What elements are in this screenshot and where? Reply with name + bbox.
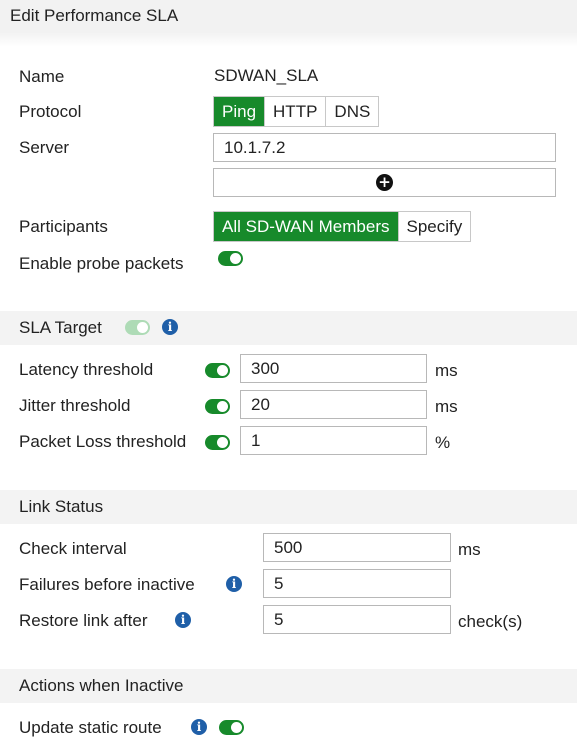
update-static-route-label: Update static route xyxy=(19,718,162,737)
jitter-unit: ms xyxy=(435,397,458,416)
protocol-label: Protocol xyxy=(19,102,82,121)
sla-target-toggle[interactable] xyxy=(125,320,150,335)
info-icon[interactable]: i xyxy=(175,612,191,628)
add-server-button[interactable]: + xyxy=(213,168,556,197)
latency-input[interactable]: 300 xyxy=(240,354,427,383)
participants-selector: All SD-WAN Members Specify xyxy=(213,211,472,242)
jitter-input[interactable]: 20 xyxy=(240,390,427,419)
check-interval-input[interactable]: 500 xyxy=(263,533,451,562)
latency-label: Latency threshold xyxy=(19,360,154,379)
check-interval-label: Check interval xyxy=(19,539,127,558)
dialog-title: Edit Performance SLA xyxy=(10,6,179,25)
info-icon[interactable]: i xyxy=(226,576,242,592)
restore-input[interactable]: 5 xyxy=(263,605,451,634)
packet-loss-label: Packet Loss threshold xyxy=(19,432,187,451)
restore-label: Restore link after xyxy=(19,611,148,630)
protocol-selector: Ping HTTP DNS xyxy=(213,96,380,127)
probe-toggle[interactable] xyxy=(218,251,243,266)
jitter-label: Jitter threshold xyxy=(19,396,131,415)
server-input[interactable]: 10.1.7.2 xyxy=(213,133,556,162)
protocol-option-ping[interactable]: Ping xyxy=(214,97,265,126)
packet-loss-input[interactable]: 1 xyxy=(240,426,427,455)
latency-unit: ms xyxy=(435,361,458,380)
actions-title: Actions when Inactive xyxy=(19,676,184,695)
probe-label: Enable probe packets xyxy=(19,254,184,273)
jitter-toggle[interactable] xyxy=(205,399,230,414)
participants-option-all[interactable]: All SD-WAN Members xyxy=(214,212,398,241)
title-divider xyxy=(0,33,577,47)
failures-label: Failures before inactive xyxy=(19,575,195,594)
info-icon[interactable]: i xyxy=(162,319,178,335)
protocol-option-dns[interactable]: DNS xyxy=(325,97,378,126)
update-static-route-toggle[interactable] xyxy=(219,720,244,735)
participants-option-specify[interactable]: Specify xyxy=(397,212,471,241)
plus-circle-icon: + xyxy=(376,174,393,191)
name-value: SDWAN_SLA xyxy=(214,66,319,85)
name-label: Name xyxy=(19,67,65,86)
packet-loss-toggle[interactable] xyxy=(205,435,230,450)
protocol-option-http[interactable]: HTTP xyxy=(264,97,325,126)
restore-unit: check(s) xyxy=(458,612,523,631)
check-interval-unit: ms xyxy=(458,540,481,559)
link-status-title: Link Status xyxy=(19,497,104,516)
sla-target-title: SLA Target xyxy=(19,318,102,337)
participants-label: Participants xyxy=(19,217,108,236)
packet-loss-unit: % xyxy=(435,433,451,452)
failures-input[interactable]: 5 xyxy=(263,569,451,598)
latency-toggle[interactable] xyxy=(205,363,230,378)
dialog-title-bar: Edit Performance SLA xyxy=(0,0,577,33)
info-icon[interactable]: i xyxy=(191,719,207,735)
server-label: Server xyxy=(19,138,70,157)
